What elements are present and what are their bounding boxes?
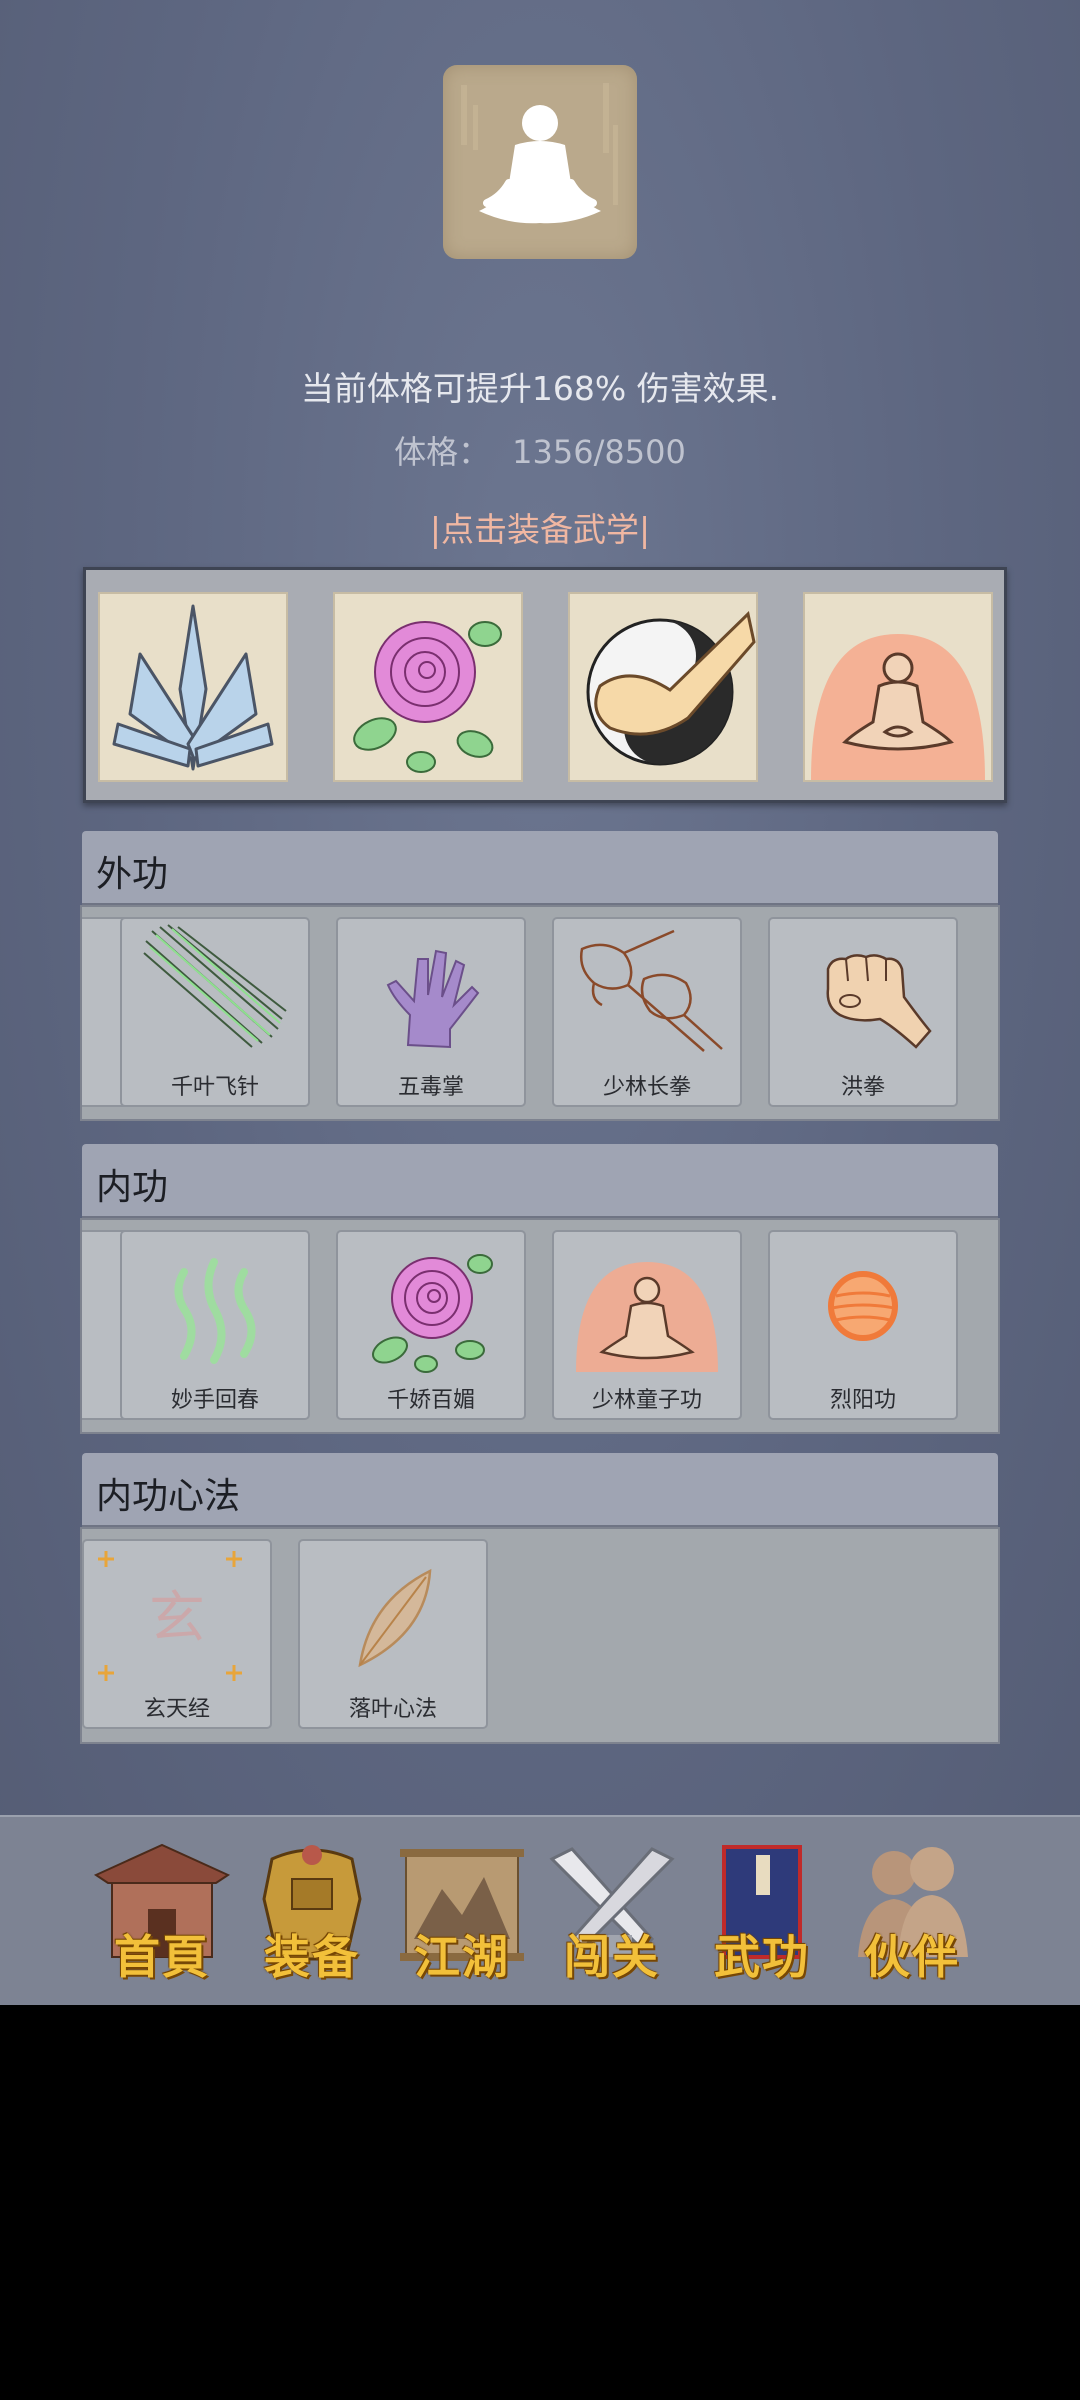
fist-icon	[826, 954, 932, 1049]
stat-value: 1356/8500	[512, 433, 686, 471]
meditation-figure-icon	[461, 83, 618, 224]
mind-methods-header: 内功心法	[82, 1453, 998, 1527]
internal-skills-list: 妙手回春 千娇百媚 少林童子功 烈阳功	[80, 1218, 1000, 1434]
sun-orb-icon	[828, 1271, 898, 1341]
constitution-description: 当前体格可提升168% 伤害效果.	[300, 369, 780, 408]
skill-card-blazing-sun[interactable]: 烈阳功	[768, 1230, 958, 1420]
skill-card-poison-palm[interactable]: 五毒掌	[336, 917, 526, 1107]
nav-companions[interactable]: 伙伴	[842, 1839, 982, 1989]
internal-skills-header: 内功	[82, 1144, 998, 1218]
skill-card-shaolin-fists[interactable]: 少林长拳	[552, 917, 742, 1107]
stat-label: 体格：	[394, 433, 491, 471]
section-title: 内功	[96, 1167, 169, 1208]
nav-martial-arts[interactable]: 武功	[692, 1839, 832, 1989]
skill-card-falling-leaf[interactable]: 落叶心法	[298, 1539, 488, 1729]
skill-card-shaolin-child[interactable]: 少林童子功	[552, 1230, 742, 1420]
nav-label: 装备	[264, 1930, 360, 1984]
skill-label: 千叶飞针	[170, 1075, 259, 1100]
meditating-aura-icon	[576, 1262, 718, 1372]
xuan-glyph-icon: 玄	[98, 1551, 242, 1681]
constitution-stat: 体格： 1356/8500	[0, 427, 1080, 473]
xuan-glyph: 玄	[149, 1586, 205, 1651]
martial-arts-screen: 当前体格可提升168% 伤害效果. 体格： 1356/8500 |点击装备武学|	[0, 0, 1080, 2005]
skill-card-flying-needles[interactable]: 千叶飞针	[120, 917, 310, 1107]
nav-label: 首頁	[114, 1930, 210, 1984]
skill-card-hong-fist[interactable]: 洪拳	[768, 917, 958, 1107]
nav-label: 闯关	[564, 1930, 660, 1984]
skill-label: 少林长拳	[602, 1075, 691, 1100]
nav-jianghu[interactable]: 江湖	[392, 1839, 532, 1989]
section-title: 内功心法	[96, 1476, 241, 1517]
green-wisps-icon	[174, 1258, 256, 1364]
nav-challenge[interactable]: 闯关	[542, 1839, 682, 1989]
equip-slot-1[interactable]	[98, 592, 288, 782]
section-title: 外功	[96, 854, 169, 895]
nav-label: 武功	[714, 1930, 810, 1984]
mind-methods-list: 玄 玄天经 落叶心法	[80, 1527, 1000, 1744]
external-skills-header: 外功	[82, 831, 998, 905]
shaolin-fists-icon	[580, 929, 723, 1052]
skill-label: 烈阳功	[829, 1388, 896, 1413]
skill-label: 五毒掌	[397, 1075, 464, 1100]
bottom-navigation: 首頁 装备 江湖 闯关 武功 伙伴	[0, 1815, 1080, 2005]
equipped-skills-bar	[83, 567, 1007, 803]
meditation-avatar	[443, 65, 637, 259]
ice-crystal-icon	[112, 604, 274, 771]
nav-equipment[interactable]: 装备	[242, 1839, 382, 1989]
rose-icon	[353, 621, 502, 773]
poison-palm-icon	[386, 949, 480, 1049]
yin-yang-fist-icon	[586, 611, 756, 766]
flying-needles-icon	[143, 924, 287, 1048]
nav-label: 江湖	[414, 1930, 510, 1984]
skill-card-charm[interactable]: 千娇百媚	[336, 1230, 526, 1420]
blank-area	[0, 2005, 1080, 2400]
skill-card-xuantian[interactable]: 玄 玄天经	[82, 1539, 272, 1729]
skill-label: 千娇百媚	[386, 1388, 475, 1413]
external-skills-list: 千叶飞针 五毒掌 少林长拳 洪拳	[80, 905, 1000, 1121]
equip-slot-3[interactable]	[568, 592, 758, 782]
rose-icon	[372, 1254, 493, 1373]
skill-label: 洪拳	[840, 1075, 885, 1100]
meditating-aura-icon	[811, 634, 985, 780]
skill-label: 少林童子功	[591, 1388, 702, 1413]
nav-label: 伙伴	[864, 1930, 960, 1984]
equip-slot-4[interactable]	[803, 592, 993, 782]
equip-skills-link[interactable]: |点击装备武学|	[0, 503, 1080, 551]
equip-slot-2[interactable]	[333, 592, 523, 782]
skill-label: 妙手回春	[170, 1388, 259, 1413]
skill-label: 落叶心法	[348, 1697, 437, 1722]
nav-home[interactable]: 首頁	[92, 1839, 232, 1989]
skill-label: 玄天经	[143, 1697, 210, 1722]
leaf-icon	[358, 1568, 432, 1668]
skill-card-healing-hands[interactable]: 妙手回春	[120, 1230, 310, 1420]
